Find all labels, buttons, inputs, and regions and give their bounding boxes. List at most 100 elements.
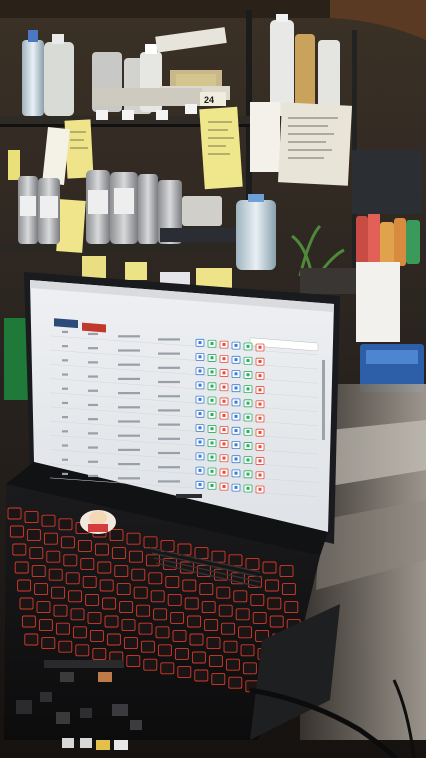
keyboard-key	[206, 637, 221, 650]
keyboard-key	[121, 619, 136, 632]
keyboard-key	[182, 579, 197, 592]
keyboard-key	[211, 550, 226, 563]
scrollbar	[322, 360, 325, 440]
keyboard-key	[211, 673, 226, 686]
keyboard-key	[17, 579, 32, 592]
keyboard-key	[250, 593, 265, 606]
keyboard-key	[41, 637, 56, 650]
keyboard-key	[264, 579, 279, 592]
keyboard-key	[235, 608, 250, 621]
keyboard-key	[131, 568, 146, 581]
keyboard-key	[143, 536, 158, 549]
keyboard-key	[238, 626, 253, 639]
keyboard-key	[41, 514, 56, 527]
keyboard-key	[106, 633, 121, 646]
keyboard-key	[24, 633, 39, 646]
keyboard-key	[233, 590, 248, 603]
keyboard-key	[143, 658, 158, 671]
keyboard-key	[12, 543, 27, 556]
keyboard-key	[58, 518, 73, 531]
keyboard-key	[70, 608, 85, 621]
keyboard-key	[109, 529, 124, 542]
keyboard-key	[46, 550, 61, 563]
keyboard-key	[177, 665, 192, 678]
keyboard-key	[184, 597, 199, 610]
keyboard-key	[94, 543, 109, 556]
keyboard-key	[252, 611, 267, 624]
keyboard-key	[225, 658, 240, 671]
keyboard-key	[123, 637, 138, 650]
keyboard-key	[126, 532, 141, 545]
photo-illustration: 24	[0, 0, 426, 758]
keyboard-key	[80, 557, 95, 570]
keyboard-key	[208, 655, 223, 668]
keyboard-key	[21, 615, 36, 628]
keyboard-key	[68, 590, 83, 603]
keyboard-key	[36, 601, 51, 614]
keyboard-key	[216, 586, 231, 599]
keyboard-key	[155, 626, 170, 639]
keyboard-key	[177, 543, 192, 556]
keyboard-key	[119, 601, 134, 614]
keyboard-key	[189, 633, 204, 646]
keyboard-key	[51, 586, 66, 599]
keyboard-key	[19, 597, 34, 610]
keyboard-key	[26, 529, 41, 542]
keyboard-key	[194, 547, 209, 560]
keyboard-key	[172, 629, 187, 642]
keyboard-key	[174, 647, 189, 660]
keyboard-key	[34, 583, 49, 596]
keyboard-key	[136, 604, 151, 617]
keyboard-key	[111, 547, 126, 560]
keyboard-key	[128, 550, 143, 563]
keyboard-key	[89, 629, 104, 642]
shelf-board-middle	[0, 244, 250, 250]
keyboard-key	[140, 640, 155, 653]
keyboard-key	[55, 622, 70, 635]
keyboard-key	[150, 590, 165, 603]
keyboard-key	[126, 655, 141, 668]
keyboard-key	[170, 611, 185, 624]
keyboard-key	[201, 601, 216, 614]
keyboard-key	[53, 604, 68, 617]
keyboard-key	[99, 579, 114, 592]
keyboard-key	[218, 604, 233, 617]
keyboard-key	[199, 583, 214, 596]
keyboard-key	[60, 536, 75, 549]
keyboard-key	[102, 597, 117, 610]
keyboard-key	[223, 640, 238, 653]
keyboard-key	[58, 640, 73, 653]
keyboard-key	[148, 572, 163, 585]
keyboard-key	[228, 554, 243, 567]
keyboard-key	[281, 583, 296, 596]
keyboard-key	[167, 593, 182, 606]
keyboard-key	[160, 662, 175, 675]
photo-scene: 24	[0, 0, 426, 758]
keyboard-key	[48, 568, 63, 581]
keyboard-key	[191, 651, 206, 664]
keyboard-key	[92, 647, 107, 660]
keyboard-key	[65, 572, 80, 585]
keyboard-key	[187, 615, 202, 628]
keyboard-key	[245, 557, 260, 570]
keyboard-key	[29, 547, 44, 560]
keyboard-key	[160, 539, 175, 552]
keyboard-key	[221, 622, 236, 635]
keyboard-key	[284, 601, 299, 614]
keyboard-key	[165, 575, 180, 588]
keyboard-key	[242, 662, 257, 675]
keyboard-key	[267, 597, 282, 610]
keyboard-key	[24, 511, 39, 524]
keyboard-key	[104, 615, 119, 628]
keyboard-key	[82, 575, 97, 588]
shelf-label-number: 24	[204, 95, 214, 105]
keyboard-key	[157, 644, 172, 657]
keyboard-key	[133, 586, 148, 599]
keyboard-key	[87, 611, 102, 624]
keyboard-key	[77, 539, 92, 552]
keyboard-key	[116, 583, 131, 596]
keyboard-key	[145, 554, 160, 567]
keyboard-key	[204, 619, 219, 632]
keyboard-key	[72, 626, 87, 639]
keyboard-key	[269, 615, 284, 628]
